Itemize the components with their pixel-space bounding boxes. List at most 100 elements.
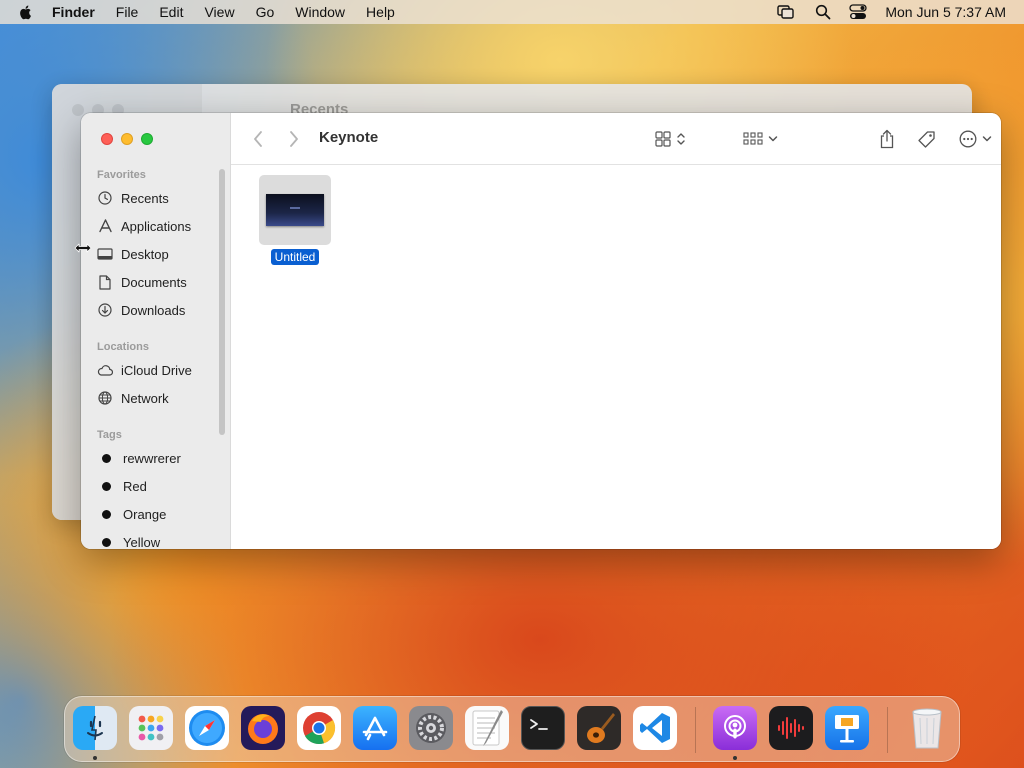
menu-file[interactable]: File xyxy=(116,0,139,24)
share-icon xyxy=(880,129,894,149)
finder-window: Favorites Recents Applications Desktop D… xyxy=(81,113,1001,549)
apple-menu-icon[interactable] xyxy=(18,4,34,20)
window-title: Keynote xyxy=(319,129,379,146)
dock-safari-icon[interactable] xyxy=(185,706,229,750)
icon-view-grid-icon xyxy=(655,131,671,147)
control-center-icon[interactable] xyxy=(849,4,868,20)
keynote-presentation-thumbnail xyxy=(266,194,324,226)
menu-app-name[interactable]: Finder xyxy=(52,0,95,24)
menu-view[interactable]: View xyxy=(204,0,234,24)
globe-icon xyxy=(97,390,113,406)
menu-window[interactable]: Window xyxy=(295,0,345,24)
sidebar: Favorites Recents Applications Desktop D… xyxy=(81,113,231,549)
forward-button[interactable] xyxy=(289,129,299,149)
tags-button[interactable] xyxy=(917,129,936,149)
dock-separator xyxy=(695,707,696,753)
sidebar-section-locations: Locations xyxy=(97,341,149,353)
tag-dot-icon xyxy=(102,537,111,547)
view-mode-button[interactable] xyxy=(655,129,686,149)
sidebar-item-label: iCloud Drive xyxy=(121,362,192,378)
dock-running-indicator xyxy=(733,756,737,760)
dock-firefox-icon[interactable] xyxy=(241,706,285,750)
clock-icon xyxy=(97,190,113,206)
dock-terminal-icon[interactable] xyxy=(521,706,565,750)
dock-app-store-icon[interactable] xyxy=(353,706,397,750)
back-button[interactable] xyxy=(253,129,263,149)
sidebar-item-label: Yellow xyxy=(123,534,161,550)
screen-mirroring-icon[interactable] xyxy=(777,5,795,19)
chevron-right-icon xyxy=(290,131,298,147)
minimize-button[interactable] xyxy=(121,133,133,145)
document-icon xyxy=(97,274,113,290)
resize-cursor-icon xyxy=(74,243,92,253)
group-grid-icon xyxy=(743,132,763,145)
menu-help[interactable]: Help xyxy=(366,0,395,24)
toolbar: Keynote xyxy=(231,113,1001,165)
sidebar-item-label: Recents xyxy=(121,190,169,206)
tag-dot-icon xyxy=(102,509,111,519)
sidebar-item-label: rewwrerer xyxy=(123,450,181,466)
dock-keynote-icon[interactable] xyxy=(825,706,869,750)
sidebar-item-downloads[interactable]: Downloads xyxy=(97,299,185,321)
dock-running-indicator xyxy=(93,756,97,760)
group-by-button[interactable] xyxy=(743,129,778,149)
sidebar-item-icloud-drive[interactable]: iCloud Drive xyxy=(97,359,192,381)
dock-vscode-icon[interactable] xyxy=(633,706,677,750)
cloud-icon xyxy=(97,362,113,378)
dock-garageband-icon[interactable] xyxy=(577,706,621,750)
zoom-button[interactable] xyxy=(141,133,153,145)
chevron-left-icon xyxy=(254,131,262,147)
sidebar-tag-orange[interactable]: Orange xyxy=(97,503,166,525)
ellipsis-circle-icon xyxy=(959,130,977,148)
sidebar-item-label: Desktop xyxy=(121,246,169,262)
desktop-icon xyxy=(97,246,113,262)
file-name-label: Untitled xyxy=(270,249,320,265)
dock-voice-memos-icon[interactable] xyxy=(769,706,813,750)
sidebar-item-desktop[interactable]: Desktop xyxy=(97,243,169,265)
dock-chrome-icon[interactable] xyxy=(297,706,341,750)
chevron-up-down-icon xyxy=(677,133,685,145)
sidebar-item-label: Orange xyxy=(123,506,167,522)
menu-go[interactable]: Go xyxy=(256,0,275,24)
dock-launchpad-icon[interactable] xyxy=(129,706,173,750)
dock-textedit-icon[interactable] xyxy=(465,706,509,750)
sidebar-item-label: Documents xyxy=(121,274,187,290)
spotlight-search-icon[interactable] xyxy=(815,4,831,20)
sidebar-tag-red[interactable]: Red xyxy=(97,475,147,497)
dock-finder-icon[interactable] xyxy=(73,706,117,750)
sidebar-item-recents[interactable]: Recents xyxy=(97,187,169,209)
sidebar-item-documents[interactable]: Documents xyxy=(97,271,187,293)
tag-icon xyxy=(918,130,935,148)
close-button[interactable] xyxy=(101,133,113,145)
sidebar-item-label: Downloads xyxy=(121,302,186,318)
chevron-down-icon xyxy=(982,136,992,142)
sidebar-item-label: Red xyxy=(123,478,147,494)
file-thumbnail-selection xyxy=(259,175,331,245)
sidebar-item-label: Applications xyxy=(121,218,192,234)
sidebar-item-network[interactable]: Network xyxy=(97,387,169,409)
file-item[interactable]: Untitled xyxy=(259,175,331,266)
dock-podcasts-icon[interactable] xyxy=(713,706,757,750)
dock-separator xyxy=(887,707,888,753)
menu-bar: Finder File Edit View Go Window Help Mon… xyxy=(0,0,1024,24)
sidebar-tag-yellow[interactable]: Yellow xyxy=(97,531,160,549)
menu-clock[interactable]: Mon Jun 5 7:37 AM xyxy=(885,4,1006,20)
applications-icon xyxy=(97,218,113,234)
file-browser-content[interactable]: Untitled xyxy=(231,165,1001,549)
sidebar-scrollbar[interactable] xyxy=(219,169,225,435)
sidebar-section-tags: Tags xyxy=(97,429,122,441)
sidebar-tag-rewwrerer[interactable]: rewwrerer xyxy=(97,447,181,469)
dock-trash-icon[interactable] xyxy=(905,706,949,750)
more-actions-button[interactable] xyxy=(959,129,992,149)
share-button[interactable] xyxy=(879,129,895,149)
dock xyxy=(64,696,960,762)
chevron-down-icon xyxy=(768,136,778,142)
tag-dot-icon xyxy=(102,453,111,463)
menu-edit[interactable]: Edit xyxy=(159,0,183,24)
download-icon xyxy=(97,302,113,318)
sidebar-section-favorites: Favorites xyxy=(97,169,146,181)
sidebar-item-label: Network xyxy=(121,390,169,406)
dock-system-settings-icon[interactable] xyxy=(409,706,453,750)
sidebar-item-applications[interactable]: Applications xyxy=(97,215,191,237)
tag-dot-icon xyxy=(102,481,111,491)
